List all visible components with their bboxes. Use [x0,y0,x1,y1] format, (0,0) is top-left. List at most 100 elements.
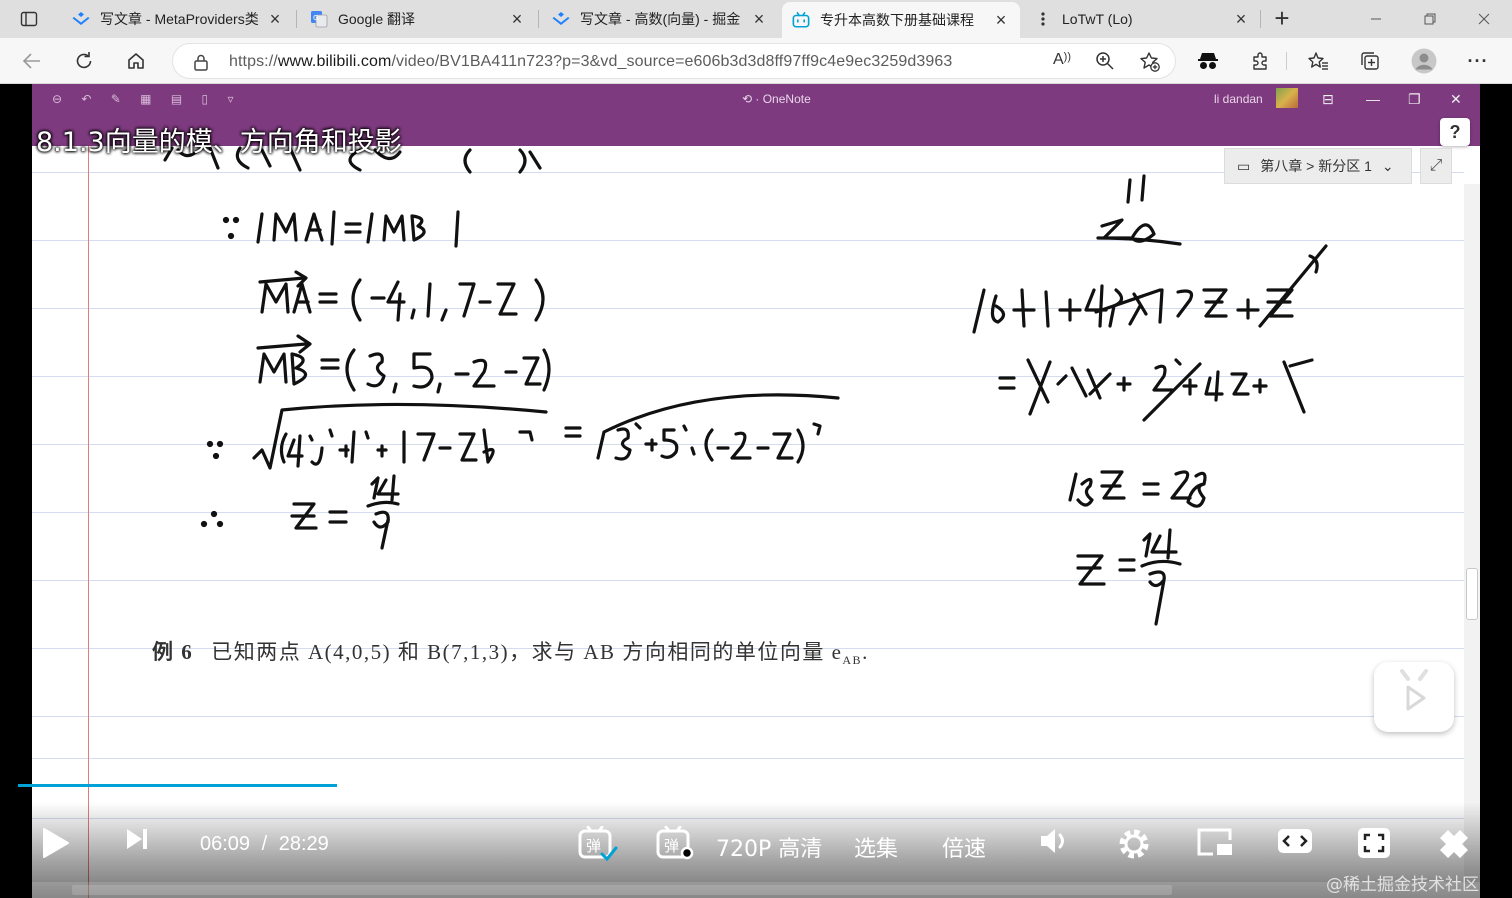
fullscreen-button[interactable] [1436,826,1472,860]
example-subscript: AB [842,653,863,668]
volume-button[interactable] [1038,826,1072,856]
scrollbar-thumb [72,885,1172,895]
handwriting-ink [163,146,1328,626]
svg-text:弹: 弹 [664,837,679,855]
restore-button[interactable] [1406,0,1454,38]
back-button[interactable] [14,44,50,78]
danmaku-settings-icon: 弹 [656,826,694,860]
next-episode-button[interactable] [124,826,150,852]
speed-button[interactable]: 倍速 [942,831,986,863]
danmaku-icon: 弹 [578,826,618,862]
notebook-icon: ▭ [1237,157,1251,174]
episodes-button[interactable]: 选集 [854,831,898,863]
time-display: 06:09 / 28:29 [200,833,329,856]
help-button[interactable]: ? [1440,118,1470,146]
video-title: 8.1.3向量的模、方向角和投影 [36,127,402,158]
browser-toolbar: https://www.bilibili.com/video/BV1BA411n… [0,38,1512,84]
current-time: 06:09 [200,833,251,855]
picture-in-picture-button[interactable] [1196,826,1234,858]
example-statement: 已知两点 A(4,0,5) 和 B(7,1,3)，求与 AB 方向相同的单位向量… [211,640,843,664]
bilibili-tv-play-icon [1400,669,1428,711]
juejin-icon [552,10,570,28]
reload-icon [76,52,92,69]
web-fullscreen-button[interactable] [1356,826,1392,860]
google-translate-icon: G [310,10,328,28]
video-player[interactable]: ⊖ ↶ ✎ ▦ ▤ ▯ ▿ ⟲ · OneNote li dandan ⊟ — … [0,84,1512,898]
fullscreen-icon [1440,830,1468,858]
tab-divider [538,10,539,28]
github-icon [1034,10,1052,28]
breadcrumb-text: 第八章 > 新分区 1 [1260,158,1372,174]
widescreen-button[interactable] [1276,826,1314,856]
reload-button[interactable] [66,44,102,78]
time-separator: / [261,833,268,855]
favorites-button[interactable] [1300,44,1336,78]
collections-icon [1361,52,1379,70]
add-favorite-icon[interactable] [1139,51,1161,78]
juejin-icon [72,10,90,28]
quality-selector[interactable]: 720P 高清 [716,831,822,863]
collections-button[interactable] [1352,44,1388,78]
tab-vector-article[interactable]: 写文章 - 高数(向量) - 掘金 × [542,0,778,38]
danmaku-toggle-button[interactable]: 弹 [578,826,618,862]
tab-google-translate[interactable]: G Google 翻译 × [300,0,536,38]
toolbar-divider [1286,52,1287,70]
zoom-icon[interactable] [1095,51,1115,76]
avatar-icon [1411,48,1437,74]
close-icon[interactable]: × [750,9,768,30]
new-tab-button[interactable]: + [1264,4,1300,34]
url-text[interactable]: https://www.bilibili.com/video/BV1BA411n… [229,53,952,71]
tab-divider [1260,10,1261,28]
gear-icon [1119,829,1149,859]
danmaku-settings-button[interactable]: 弹 [656,826,696,862]
scrollbar-thumb [1466,568,1478,620]
home-button[interactable] [118,44,154,78]
back-arrow-icon [22,53,40,69]
play-icon [43,828,69,858]
close-icon[interactable]: × [1232,9,1250,30]
tab-bilibili-course[interactable]: 专升本高数下册基础课程 × [782,2,1020,38]
svg-text:G: G [313,14,318,22]
close-icon[interactable]: × [266,9,284,30]
tab-github-lotwt[interactable]: LoTwT (Lo) × [1024,0,1260,38]
address-bar[interactable]: https://www.bilibili.com/video/BV1BA411n… [172,43,1176,79]
close-window-button[interactable] [1460,0,1508,38]
restore-icon [1424,13,1436,25]
bilibili-play-logo-button[interactable] [1374,662,1454,732]
tab-actions-button[interactable] [8,6,50,32]
tab-title: 写文章 - MetaProviders类 [100,11,259,27]
duration: 28:29 [278,833,329,855]
lock-icon[interactable] [193,53,209,76]
minimize-button[interactable] [1352,0,1400,38]
read-aloud-icon[interactable]: A)) [1053,51,1071,69]
play-button[interactable] [38,826,72,860]
widescreen-icon [1278,829,1312,853]
progress-bar[interactable] [18,784,337,787]
profile-button[interactable] [1406,44,1442,78]
close-icon[interactable]: × [508,9,526,30]
example-number: 例 6 [152,640,194,664]
tab-bar: 写文章 - MetaProviders类 × G Google 翻译 × 写文章… [0,0,1512,38]
tab-title: 写文章 - 高数(向量) - 掘金 [580,11,741,27]
extensions-button[interactable] [1242,44,1278,78]
example-problem-text: 例 6 已知两点 A(4,0,5) 和 B(7,1,3)，求与 AB 方向相同的单… [152,640,869,668]
tab-title: 专升本高数下册基础课程 [820,12,974,28]
tab-metaproviders[interactable]: 写文章 - MetaProviders类 × [62,0,294,38]
settings-button[interactable] [1116,826,1152,862]
chevron-down-icon: ⌄ [1381,157,1394,174]
pip-icon [1197,828,1232,856]
next-icon [127,829,147,849]
tab-actions-icon [20,11,38,27]
tab-title: LoTwT (Lo) [1062,11,1133,27]
tab-divider [296,10,297,28]
minimize-icon [1371,18,1381,20]
onenote-horizontal-scrollbar [32,882,1480,898]
settings-more-button[interactable]: ··· [1460,44,1496,78]
onenote-vertical-scrollbar [1464,184,1480,884]
svg-text:弹: 弹 [586,837,601,855]
close-icon[interactable]: × [992,10,1010,31]
volume-icon [1041,829,1064,853]
bilibili-icon [792,11,810,29]
extension-button[interactable] [1190,44,1226,78]
incognito-extension-icon [1198,53,1218,69]
